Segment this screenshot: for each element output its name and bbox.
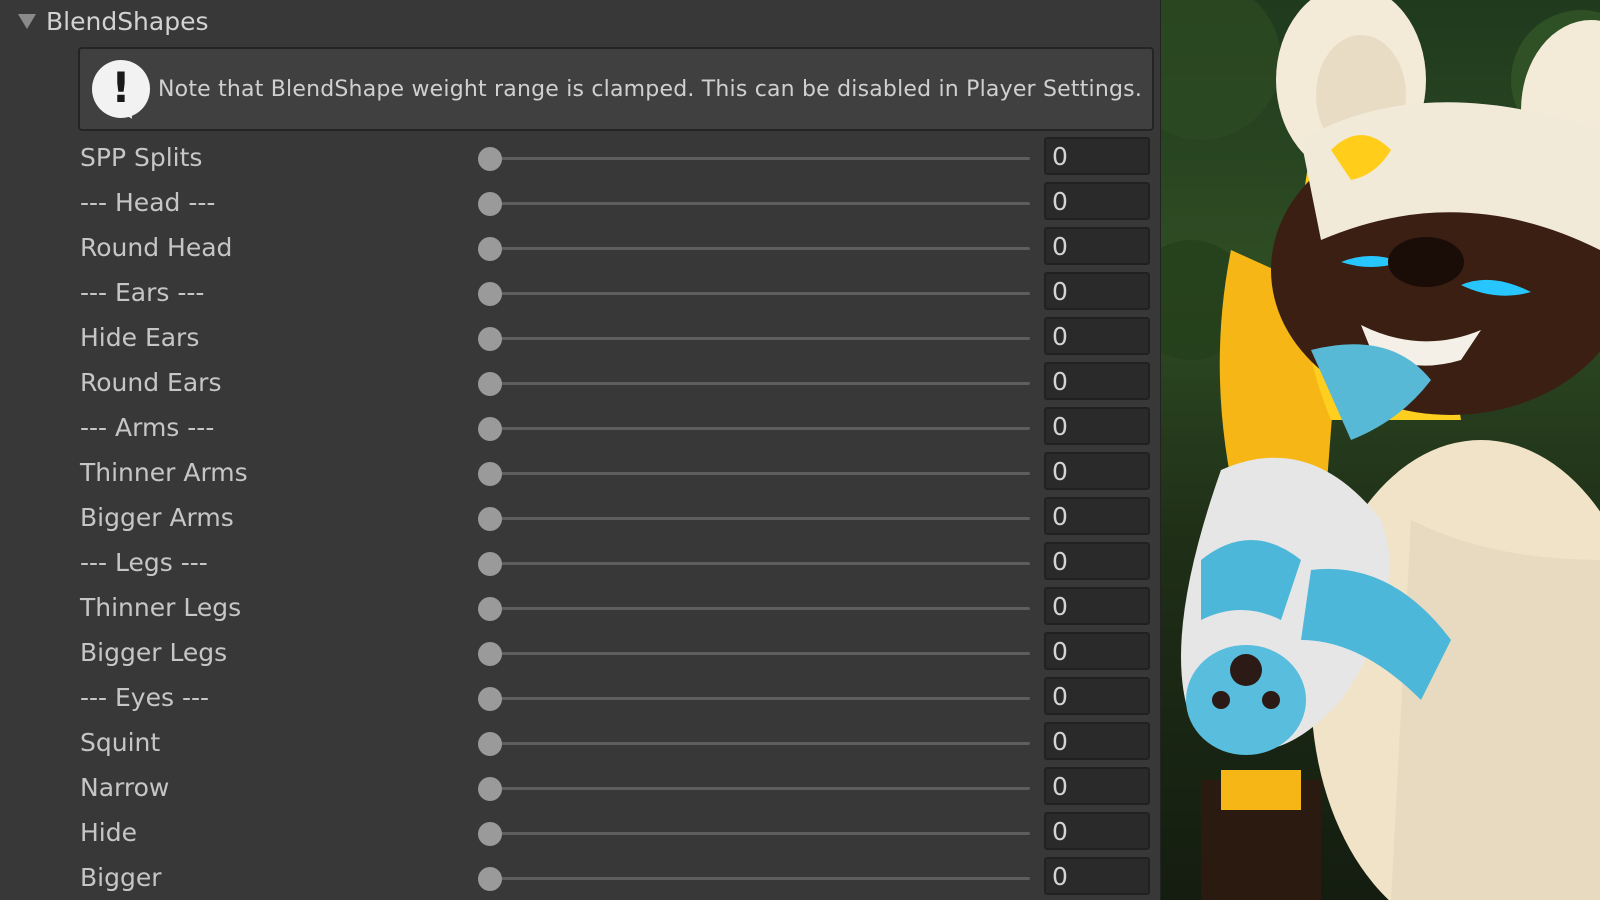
blendshape-row: --- Eyes --- [0,676,1160,720]
blendshape-label: Thinner Arms [80,458,248,487]
scene-viewport[interactable] [1161,0,1600,900]
warning-icon: ! [92,60,150,123]
blendshape-value-field[interactable] [1044,362,1150,400]
blendshape-slider-track[interactable] [490,382,1030,385]
blendshape-value-field[interactable] [1044,632,1150,670]
blendshape-row: Thinner Arms [0,451,1160,495]
blendshape-label: --- Legs --- [80,548,208,577]
blendshape-label: Hide [80,818,137,847]
blendshape-slider-track[interactable] [490,562,1030,565]
blendshape-slider-track[interactable] [490,652,1030,655]
blendshape-value-field[interactable] [1044,452,1150,490]
triangle-down-icon[interactable] [18,13,36,29]
blendshape-slider-track[interactable] [490,877,1030,880]
blendshapes-foldout[interactable]: BlendShapes [18,6,209,36]
blendshape-value-field[interactable] [1044,587,1150,625]
blendshape-slider-track[interactable] [490,337,1030,340]
blendshape-slider-track[interactable] [490,607,1030,610]
blendshape-row: Hide Ears [0,316,1160,360]
blendshape-value-field[interactable] [1044,497,1150,535]
blendshape-row: Round Ears [0,361,1160,405]
blendshape-slider-thumb[interactable] [478,282,502,306]
blendshape-row: --- Ears --- [0,271,1160,315]
blendshape-label: Round Ears [80,368,222,397]
blendshape-row: Hide [0,811,1160,855]
blendshape-slider-track[interactable] [490,787,1030,790]
blendshape-slider-track[interactable] [490,832,1030,835]
blendshape-row: --- Arms --- [0,406,1160,450]
blendshape-slider-thumb[interactable] [478,507,502,531]
blendshape-row: --- Head --- [0,181,1160,225]
blendshape-slider-thumb[interactable] [478,417,502,441]
blendshape-slider-thumb[interactable] [478,147,502,171]
blendshape-row: SPP Splits [0,136,1160,180]
blendshape-slider-thumb[interactable] [478,237,502,261]
blendshape-slider-track[interactable] [490,247,1030,250]
blendshape-slider-thumb[interactable] [478,687,502,711]
blendshape-value-field[interactable] [1044,812,1150,850]
blendshape-value-field[interactable] [1044,677,1150,715]
blendshape-slider-thumb[interactable] [478,462,502,486]
foldout-title: BlendShapes [46,6,209,36]
blendshape-slider-thumb[interactable] [478,732,502,756]
blendshape-label: Bigger Legs [80,638,228,667]
blendshape-slider-thumb[interactable] [478,552,502,576]
blendshape-label: Bigger Arms [80,503,234,532]
blendshape-slider-thumb[interactable] [478,192,502,216]
blendshape-slider-track[interactable] [490,697,1030,700]
blendshape-slider-thumb[interactable] [478,777,502,801]
blendshape-row: Thinner Legs [0,586,1160,630]
blendshape-label: Hide Ears [80,323,200,352]
blendshape-slider-track[interactable] [490,517,1030,520]
blendshape-slider-thumb[interactable] [478,822,502,846]
blendshape-slider-track[interactable] [490,202,1030,205]
blendshape-row: Narrow [0,766,1160,810]
blendshape-label: --- Arms --- [80,413,215,442]
blendshape-label: Round Head [80,233,233,262]
blendshape-slider-thumb[interactable] [478,867,502,891]
inspector-panel: BlendShapes ! Note that BlendShape weigh… [0,0,1161,900]
blendshape-value-field[interactable] [1044,857,1150,895]
blendshape-label: SPP Splits [80,143,203,172]
blendshape-value-field[interactable] [1044,767,1150,805]
blendshape-slider-track[interactable] [490,427,1030,430]
blendshape-label: Thinner Legs [80,593,242,622]
blendshape-label: Bigger [80,863,162,892]
blendshape-value-field[interactable] [1044,182,1150,220]
blendshape-label: Squint [80,728,161,757]
blendshape-slider-thumb[interactable] [478,327,502,351]
blendshape-slider-thumb[interactable] [478,372,502,396]
help-box-message: Note that BlendShape weight range is cla… [158,76,1143,102]
blendshape-slider-thumb[interactable] [478,597,502,621]
avatar-preview-image [1161,0,1600,900]
blendshape-label: --- Ears --- [80,278,205,307]
help-box: ! Note that BlendShape weight range is c… [78,47,1154,131]
blendshape-value-field[interactable] [1044,722,1150,760]
blendshape-row: Squint [0,721,1160,765]
blendshape-row: Bigger Arms [0,496,1160,540]
blendshape-row: --- Legs --- [0,541,1160,585]
blendshape-row: Bigger [0,856,1160,900]
blendshape-value-field[interactable] [1044,227,1150,265]
blendshape-row: Round Head [0,226,1160,270]
blendshape-value-field[interactable] [1044,137,1150,175]
blendshape-slider-thumb[interactable] [478,642,502,666]
blendshape-value-field[interactable] [1044,542,1150,580]
blendshape-slider-track[interactable] [490,742,1030,745]
blendshape-label: --- Eyes --- [80,683,210,712]
blendshape-label: --- Head --- [80,188,216,217]
blendshape-value-field[interactable] [1044,272,1150,310]
blendshape-value-field[interactable] [1044,407,1150,445]
blendshape-label: Narrow [80,773,170,802]
blendshape-slider-track[interactable] [490,157,1030,160]
blendshape-value-field[interactable] [1044,317,1150,355]
blendshape-slider-track[interactable] [490,292,1030,295]
blendshape-slider-track[interactable] [490,472,1030,475]
blendshape-row: Bigger Legs [0,631,1160,675]
